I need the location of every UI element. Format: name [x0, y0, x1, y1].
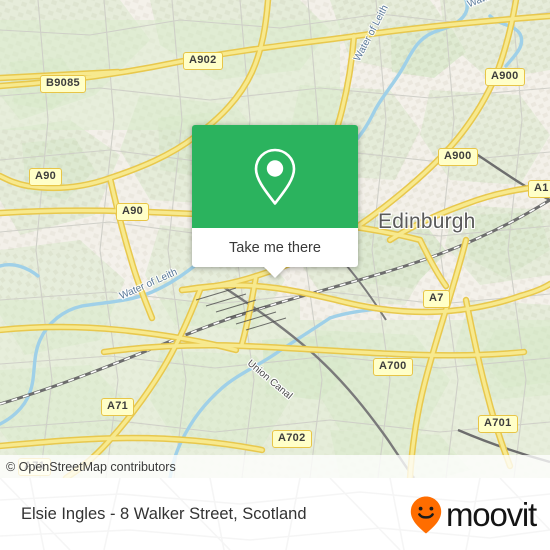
map-city-label: Edinburgh	[378, 210, 476, 233]
popup-footer[interactable]: Take me there	[192, 228, 358, 278]
road-shield[interactable]: B9085	[40, 75, 86, 93]
road-shield[interactable]: A701	[478, 415, 518, 433]
road-shield[interactable]: A90	[116, 203, 150, 221]
moovit-wordmark: moovit	[446, 495, 537, 533]
popup-header	[192, 125, 358, 228]
attribution-text[interactable]: © OpenStreetMap contributors	[0, 460, 176, 474]
road-shield[interactable]: A700	[373, 358, 413, 376]
take-me-there-label: Take me there	[229, 239, 321, 256]
bottom-info-bar: Elsie Ingles - 8 Walker Street, Scotland…	[0, 478, 550, 550]
road-shield[interactable]: A71	[101, 398, 135, 416]
road-shield[interactable]: A900	[438, 148, 478, 166]
road-shield[interactable]: A90	[29, 168, 63, 186]
map-pin-icon	[254, 148, 296, 205]
road-shield[interactable]: A902	[183, 52, 223, 70]
road-shield[interactable]: A7	[423, 290, 450, 308]
moovit-logo[interactable]: moovit	[409, 493, 550, 535]
road-shield[interactable]: A900	[485, 68, 525, 86]
moovit-smiley-pin-icon	[410, 496, 442, 534]
road-shield[interactable]: A1	[528, 180, 550, 198]
page-title: Elsie Ingles - 8 Walker Street, Scotland	[21, 504, 307, 523]
map-screenshot: Edinburgh Water of Leith Water of Leith …	[0, 0, 550, 550]
location-popup-card[interactable]: Take me there	[192, 125, 358, 278]
map-attribution-bar: © OpenStreetMap contributors	[0, 455, 550, 478]
map-canvas[interactable]: Edinburgh Water of Leith Water of Leith …	[0, 0, 550, 478]
popup-tail	[264, 267, 286, 278]
road-shield[interactable]: A702	[272, 430, 312, 448]
